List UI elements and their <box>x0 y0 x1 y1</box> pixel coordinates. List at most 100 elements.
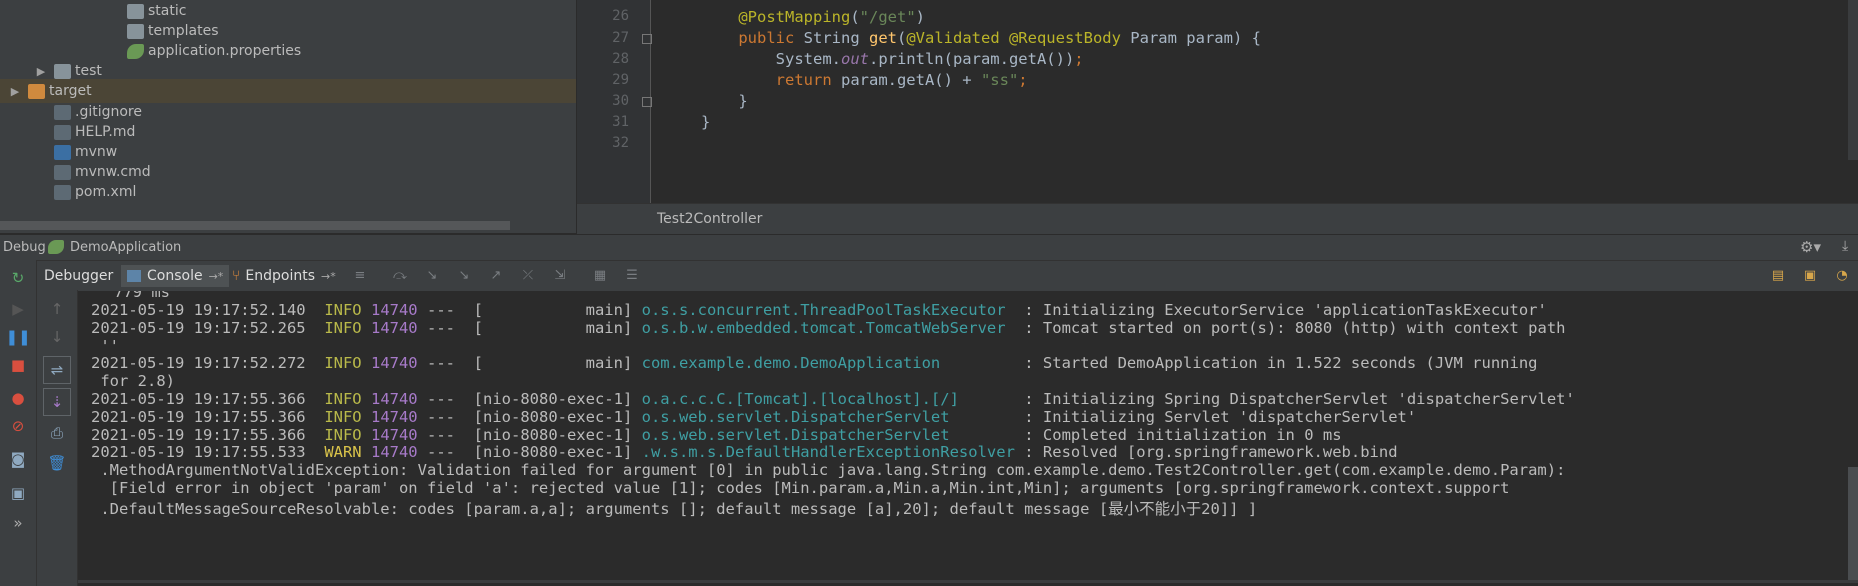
tab-label: Console <box>147 268 203 284</box>
pin-icon[interactable]: →* <box>209 270 224 283</box>
project-tree-scrollbar[interactable] <box>0 221 510 230</box>
line-number: 28 <box>612 51 629 67</box>
resume-icon[interactable]: ▶ <box>7 298 29 320</box>
tab-label: Endpoints <box>245 268 316 284</box>
gear-icon[interactable]: ⚙▾ <box>1800 238 1821 256</box>
step-out-icon[interactable]: ↗ <box>488 269 504 283</box>
tree-item-label: mvnw.cmd <box>75 164 151 180</box>
run-to-cursor-icon[interactable]: ⇲ <box>552 269 568 283</box>
console-hscrollbar[interactable] <box>78 580 1858 583</box>
breadcrumb-label[interactable]: Test2Controller <box>657 211 762 227</box>
expand-arrow-icon[interactable]: ▶ <box>34 65 48 78</box>
log-ts: 2021-05-19 19:17:55.366 <box>91 390 306 408</box>
fold-icon[interactable] <box>642 34 652 44</box>
terminal-icon <box>54 144 71 160</box>
code-line: public String get(@Validated @RequestBod… <box>738 29 1261 47</box>
tab-label: Debugger <box>44 268 114 284</box>
code-editor[interactable]: 26 27 28 29 30 31 32 @PostMapping("/get"… <box>577 0 1858 234</box>
log-logger: .w.s.m.s.DefaultHandlerExceptionResolver <box>641 443 1025 462</box>
log-level: INFO <box>324 407 362 426</box>
soft-wrap-icon[interactable]: ⇌ <box>43 356 71 384</box>
run-config-name[interactable]: DemoApplication <box>70 240 181 255</box>
log-thread: --- [nio-8080-exec-1] <box>427 407 642 426</box>
drop-frame-icon[interactable]: ⤫ <box>520 269 536 283</box>
pin-icon[interactable]: →* <box>321 270 336 283</box>
force-step-into-icon[interactable]: ↘ <box>456 269 472 283</box>
console-line: 2021-05-19 19:17:52.272 INFO 14740 --- [… <box>91 354 1538 372</box>
step-into-icon[interactable]: ↘ <box>424 269 440 283</box>
console-output[interactable]: 779 ms 2021-05-19 19:17:52.140 INFO 14740… <box>78 291 1858 583</box>
log-pid: 14740 <box>370 407 418 426</box>
stop-icon[interactable]: ■ <box>7 354 29 376</box>
console-line: for 2.8) <box>91 372 175 390</box>
tree-item-label: static <box>148 3 187 19</box>
log-ts: 2021-05-19 19:17:52.140 <box>91 301 306 319</box>
log-ts: 2021-05-19 19:17:55.366 <box>91 407 306 426</box>
line-number: 29 <box>612 72 629 88</box>
fold-icon[interactable] <box>642 97 652 107</box>
folder-orange-icon <box>28 83 45 99</box>
hide-icon[interactable]: ⤓ <box>1842 238 1848 254</box>
console-continuation: '' <box>91 336 119 355</box>
tab-endpoints[interactable]: ⑂ Endpoints →* <box>226 265 342 287</box>
show-execution-point-icon[interactable]: ≡ <box>352 269 368 283</box>
log-level: INFO <box>324 354 362 373</box>
log-logger: com.example.demo.DemoApplication <box>641 354 1025 373</box>
log-level: INFO <box>324 318 362 337</box>
log-thread: --- [ main] <box>427 301 642 319</box>
log-msg: : Initializing Servlet 'dispatcherServle… <box>1024 407 1417 426</box>
trace-icon[interactable]: ☰ <box>624 269 640 283</box>
restore-layout-icon[interactable]: ▣ <box>1802 269 1818 283</box>
console-line: 2021-05-19 19:17:55.366 INFO 14740 --- [… <box>91 390 1575 408</box>
more-icon[interactable]: » <box>7 512 29 534</box>
log-ts: 2021-05-19 19:17:55.533 <box>91 443 306 462</box>
line-number: 27 <box>612 30 629 46</box>
evaluate-icon[interactable]: ▦ <box>592 269 608 283</box>
layout-icon[interactable]: ▤ <box>1770 269 1786 283</box>
line-number: 26 <box>612 8 629 24</box>
project-tree[interactable]: static templates application.properties ▶ te… <box>0 0 576 233</box>
expand-arrow-icon[interactable]: ▶ <box>8 85 22 98</box>
log-ts: 2021-05-19 19:17:52.265 <box>91 318 306 337</box>
editor-breadcrumb[interactable]: Test2Controller <box>577 203 1858 234</box>
debug-left-toolbar: ↻ ▶ ❚❚ ■ ● ⊘ ◙ ▣ » <box>0 260 37 586</box>
pause-icon[interactable]: ❚❚ <box>5 326 30 348</box>
cmd-icon <box>54 164 71 180</box>
code-line: } <box>701 92 748 110</box>
log-ts: 2021-05-19 19:17:55.366 <box>91 425 306 444</box>
mute-breakpoints-icon[interactable]: ⊘ <box>7 415 29 437</box>
tree-item-label: templates <box>148 23 219 39</box>
camera-icon[interactable]: ◙ <box>7 448 29 470</box>
log-msg: : Started DemoApplication in 1.522 secon… <box>1024 354 1538 373</box>
console-continuation: .MethodArgumentNotValidException: Valida… <box>91 461 1566 480</box>
log-thread: --- [nio-8080-exec-1] <box>427 425 642 444</box>
console-line: .MethodArgumentNotValidException: Valida… <box>91 461 1565 479</box>
console-scrollbar[interactable] <box>1848 467 1858 583</box>
step-over-icon[interactable]: ⤼ <box>392 269 408 283</box>
gitignore-icon <box>54 104 71 120</box>
trash-icon[interactable]: 🗑 <box>46 452 68 474</box>
code-line: } <box>701 113 711 131</box>
down-arrow-icon[interactable]: ↓ <box>46 326 68 348</box>
gauge-icon[interactable]: ◔ <box>1834 269 1850 283</box>
log-pid: 14740 <box>370 390 418 408</box>
console-continuation: [Field error in object 'param' on field … <box>91 479 1510 497</box>
log-pid: 14740 <box>370 443 418 462</box>
tab-console[interactable]: Console →* <box>121 265 230 287</box>
endpoints-icon: ⑂ <box>232 268 241 284</box>
up-arrow-icon[interactable]: ↑ <box>46 298 68 320</box>
print-icon[interactable]: ⎙ <box>46 422 68 444</box>
settings-icon[interactable]: ▣ <box>7 482 29 504</box>
console-continuation: for 2.8) <box>91 372 175 391</box>
view-breakpoints-icon[interactable]: ● <box>7 387 29 409</box>
log-msg: : Initializing ExecutorService 'applicat… <box>1024 301 1547 319</box>
rerun-icon[interactable]: ↻ <box>7 267 29 289</box>
log-thread: --- [ main] <box>427 318 642 337</box>
tab-debugger[interactable]: Debugger <box>38 265 119 287</box>
console-continuation: .DefaultMessageSourceResolvable: codes [… <box>91 499 1258 518</box>
console-line: [Field error in object 'param' on field … <box>91 479 1510 497</box>
tree-item[interactable]: pom.xml <box>0 180 136 204</box>
editor-scrollbar[interactable] <box>1848 0 1858 160</box>
scroll-to-end-icon[interactable]: ⇣ <box>43 388 71 416</box>
console-line: 2021-05-19 19:17:55.366 INFO 14740 --- [… <box>91 408 1416 426</box>
